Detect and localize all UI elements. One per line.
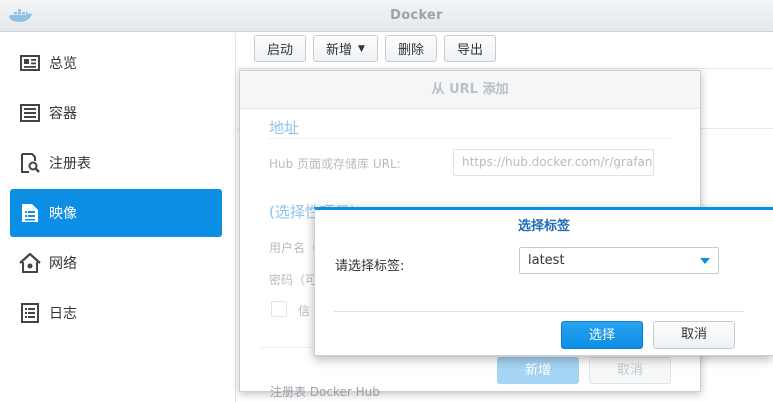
url-field-label: Hub 页面或存储库 URL: (269, 157, 401, 171)
container-list-icon (19, 102, 41, 124)
launch-button-label: 启动 (267, 43, 294, 58)
section-heading-address: 地址 (269, 119, 300, 137)
cancel-button[interactable]: 取消 (653, 321, 735, 349)
checkbox-label: 信 (298, 304, 311, 318)
image-list-icon (19, 202, 41, 224)
tag-select-label: 请选择标签: (335, 259, 405, 274)
sidebar-item-label: 注册表 (49, 156, 91, 172)
sidebar-item-image[interactable]: 映像 (10, 189, 222, 237)
sidebar-item-label: 网络 (49, 256, 77, 272)
dialog-title: 从 URL 添加 (240, 71, 700, 109)
dropdown-arrow-icon[interactable] (700, 258, 710, 264)
sidebar-item-label: 日志 (49, 306, 77, 322)
toolbar: 启动 新增 ▼ 删除 导出 (254, 35, 496, 62)
caret-down-icon: ▼ (358, 43, 365, 54)
divider (237, 68, 773, 69)
sidebar-item-registry[interactable]: 注册表 (10, 139, 222, 187)
overview-card-icon (19, 52, 41, 74)
tag-select-value: latest (528, 253, 565, 268)
sidebar-item-overview[interactable]: 总览 (10, 39, 222, 87)
divider (334, 311, 744, 312)
sidebar-item-container[interactable]: 容器 (10, 89, 222, 137)
username-label: 用户名（ (269, 241, 318, 255)
password-label: 密码（可 (269, 273, 318, 287)
sidebar-item-network[interactable]: 网络 (10, 239, 222, 287)
window-titlebar: Docker (0, 0, 773, 32)
url-input[interactable]: https://hub.docker.com/r/grafana/grafana (453, 149, 654, 176)
log-list-icon (19, 302, 41, 324)
divider (269, 138, 672, 139)
sidebar-item-log[interactable]: 日志 (10, 289, 222, 337)
launch-button[interactable]: 启动 (254, 35, 307, 62)
dialog-title: 选择标签 (517, 219, 570, 234)
delete-button[interactable]: 删除 (384, 35, 437, 62)
export-button[interactable]: 导出 (443, 35, 496, 62)
sidebar-item-label: 映像 (49, 206, 77, 222)
network-house-icon (19, 252, 41, 274)
export-button-label: 导出 (456, 43, 483, 58)
add-button-label: 新增 (326, 43, 353, 58)
background-text: 注册表 Docker Hub (270, 385, 380, 399)
trust-checkbox[interactable] (271, 301, 287, 317)
sidebar-item-label: 总览 (49, 56, 77, 72)
delete-button-label: 删除 (397, 43, 424, 58)
sidebar: 总览 容器 注册表 映像 网络 日志 (0, 33, 236, 402)
cancel-button[interactable]: 取消 (589, 357, 671, 384)
registry-search-icon (19, 152, 41, 174)
add-button[interactable]: 新增 (497, 357, 579, 384)
sidebar-item-label: 容器 (49, 106, 77, 122)
select-button[interactable]: 选择 (561, 321, 643, 349)
add-dropdown-button[interactable]: 新增 ▼ (313, 35, 378, 62)
select-tag-dialog: 选择标签 请选择标签: latest 选择 取消 (314, 207, 773, 356)
tag-select[interactable]: latest (519, 247, 719, 274)
window-title: Docker (390, 8, 443, 23)
